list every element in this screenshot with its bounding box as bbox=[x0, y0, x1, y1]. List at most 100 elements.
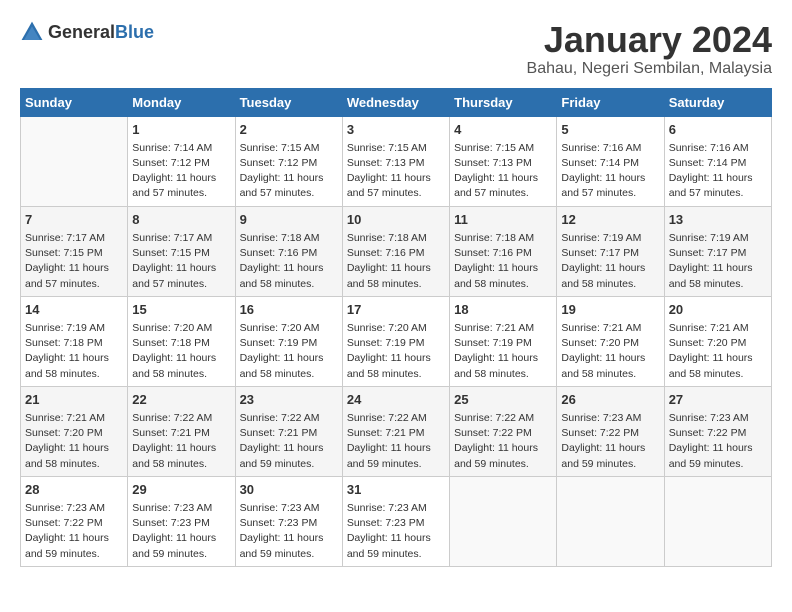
day-number: 16 bbox=[240, 301, 338, 319]
calendar-cell: 5Sunrise: 7:16 AM Sunset: 7:14 PM Daylig… bbox=[557, 116, 664, 206]
calendar-cell: 30 Sunrise: 7:23 AM Sunset: 7:23 PM Dayli… bbox=[235, 476, 342, 566]
calendar-cell: 27 Sunrise: 7:23 AM Sunset: 7:22 PM Dayli… bbox=[664, 386, 771, 476]
day-info: Sunrise: 7:20 AM Sunset: 7:18 PM Dayligh… bbox=[132, 321, 230, 382]
day-info: Sunrise: 7:23 AM Sunset: 7:22 PM Dayligh… bbox=[561, 411, 659, 472]
title-area: January 2024 Bahau, Negeri Sembilan, Mal… bbox=[527, 20, 772, 78]
day-number: 20 bbox=[669, 301, 767, 319]
calendar-cell: 23Sunrise: 7:22 AM Sunset: 7:21 PM Dayli… bbox=[235, 386, 342, 476]
calendar-table: SundayMondayTuesdayWednesdayThursdayFrid… bbox=[20, 88, 772, 567]
calendar-cell bbox=[450, 476, 557, 566]
day-number: 26 bbox=[561, 391, 659, 409]
weekday-header-sunday: Sunday bbox=[21, 88, 128, 116]
calendar-cell: 28 Sunrise: 7:23 AM Sunset: 7:22 PM Dayli… bbox=[21, 476, 128, 566]
calendar-cell bbox=[664, 476, 771, 566]
day-info: Sunrise: 7:19 AM Sunset: 7:17 PM Dayligh… bbox=[561, 231, 659, 292]
weekday-header-tuesday: Tuesday bbox=[235, 88, 342, 116]
day-info: Sunrise: 7:18 AM Sunset: 7:16 PM Dayligh… bbox=[454, 231, 552, 292]
calendar-cell: 11 Sunrise: 7:18 AM Sunset: 7:16 PM Dayli… bbox=[450, 206, 557, 296]
calendar-cell: 3 Sunrise: 7:15 AM Sunset: 7:13 PM Daylig… bbox=[342, 116, 449, 206]
week-row-5: 28 Sunrise: 7:23 AM Sunset: 7:22 PM Dayli… bbox=[21, 476, 772, 566]
day-number: 27 bbox=[669, 391, 767, 409]
main-title: January 2024 bbox=[527, 20, 772, 60]
day-number: 23 bbox=[240, 391, 338, 409]
day-number: 8 bbox=[132, 211, 230, 229]
day-info: Sunrise: 7:19 AM Sunset: 7:18 PM Dayligh… bbox=[25, 321, 123, 382]
calendar-cell: 17 Sunrise: 7:20 AM Sunset: 7:19 PM Dayli… bbox=[342, 296, 449, 386]
day-number: 12 bbox=[561, 211, 659, 229]
calendar-cell: 10 Sunrise: 7:18 AM Sunset: 7:16 PM Dayli… bbox=[342, 206, 449, 296]
day-info: Sunrise: 7:19 AM Sunset: 7:17 PM Dayligh… bbox=[669, 231, 767, 292]
calendar-cell: 31Sunrise: 7:23 AM Sunset: 7:23 PM Dayli… bbox=[342, 476, 449, 566]
day-info: Sunrise: 7:23 AM Sunset: 7:23 PM Dayligh… bbox=[132, 501, 230, 562]
day-number: 28 bbox=[25, 481, 123, 499]
day-number: 3 bbox=[347, 121, 445, 139]
day-number: 10 bbox=[347, 211, 445, 229]
logo-icon bbox=[20, 20, 44, 44]
day-info: Sunrise: 7:22 AM Sunset: 7:21 PM Dayligh… bbox=[132, 411, 230, 472]
calendar-cell bbox=[557, 476, 664, 566]
weekday-header-wednesday: Wednesday bbox=[342, 88, 449, 116]
calendar-cell: 24 Sunrise: 7:22 AM Sunset: 7:21 PM Dayli… bbox=[342, 386, 449, 476]
day-number: 17 bbox=[347, 301, 445, 319]
day-number: 24 bbox=[347, 391, 445, 409]
day-number: 30 bbox=[240, 481, 338, 499]
logo: GeneralBlue bbox=[20, 20, 154, 44]
day-number: 6 bbox=[669, 121, 767, 139]
day-info: Sunrise: 7:17 AM Sunset: 7:15 PM Dayligh… bbox=[25, 231, 123, 292]
day-number: 11 bbox=[454, 211, 552, 229]
header: GeneralBlue January 2024 Bahau, Negeri S… bbox=[20, 20, 772, 78]
day-info: Sunrise: 7:15 AM Sunset: 7:12 PM Dayligh… bbox=[240, 141, 338, 202]
day-number: 22 bbox=[132, 391, 230, 409]
day-number: 1 bbox=[132, 121, 230, 139]
day-info: Sunrise: 7:23 AM Sunset: 7:22 PM Dayligh… bbox=[669, 411, 767, 472]
day-number: 19 bbox=[561, 301, 659, 319]
calendar-cell: 21Sunrise: 7:21 AM Sunset: 7:20 PM Dayli… bbox=[21, 386, 128, 476]
day-info: Sunrise: 7:21 AM Sunset: 7:20 PM Dayligh… bbox=[561, 321, 659, 382]
day-info: Sunrise: 7:14 AM Sunset: 7:12 PM Dayligh… bbox=[132, 141, 230, 202]
day-info: Sunrise: 7:18 AM Sunset: 7:16 PM Dayligh… bbox=[347, 231, 445, 292]
day-number: 4 bbox=[454, 121, 552, 139]
day-number: 9 bbox=[240, 211, 338, 229]
calendar-cell: 22 Sunrise: 7:22 AM Sunset: 7:21 PM Dayli… bbox=[128, 386, 235, 476]
calendar-cell: 16 Sunrise: 7:20 AM Sunset: 7:19 PM Dayli… bbox=[235, 296, 342, 386]
calendar-cell: 1 Sunrise: 7:14 AM Sunset: 7:12 PM Daylig… bbox=[128, 116, 235, 206]
weekday-header-monday: Monday bbox=[128, 88, 235, 116]
week-row-4: 21Sunrise: 7:21 AM Sunset: 7:20 PM Dayli… bbox=[21, 386, 772, 476]
day-number: 21 bbox=[25, 391, 123, 409]
day-number: 25 bbox=[454, 391, 552, 409]
day-info: Sunrise: 7:17 AM Sunset: 7:15 PM Dayligh… bbox=[132, 231, 230, 292]
calendar-cell: 19 Sunrise: 7:21 AM Sunset: 7:20 PM Dayli… bbox=[557, 296, 664, 386]
calendar-cell: 25 Sunrise: 7:22 AM Sunset: 7:22 PM Dayli… bbox=[450, 386, 557, 476]
day-info: Sunrise: 7:20 AM Sunset: 7:19 PM Dayligh… bbox=[347, 321, 445, 382]
subtitle: Bahau, Negeri Sembilan, Malaysia bbox=[527, 60, 772, 78]
logo-text-general: General bbox=[48, 22, 115, 42]
logo-text-blue: Blue bbox=[115, 22, 154, 42]
calendar-cell: 13Sunrise: 7:19 AM Sunset: 7:17 PM Dayli… bbox=[664, 206, 771, 296]
calendar-cell: 20Sunrise: 7:21 AM Sunset: 7:20 PM Dayli… bbox=[664, 296, 771, 386]
day-info: Sunrise: 7:15 AM Sunset: 7:13 PM Dayligh… bbox=[454, 141, 552, 202]
calendar-cell: 26 Sunrise: 7:23 AM Sunset: 7:22 PM Dayli… bbox=[557, 386, 664, 476]
day-info: Sunrise: 7:23 AM Sunset: 7:22 PM Dayligh… bbox=[25, 501, 123, 562]
day-number: 5 bbox=[561, 121, 659, 139]
weekday-header-thursday: Thursday bbox=[450, 88, 557, 116]
day-number: 29 bbox=[132, 481, 230, 499]
day-info: Sunrise: 7:22 AM Sunset: 7:21 PM Dayligh… bbox=[347, 411, 445, 472]
calendar-cell: 7Sunrise: 7:17 AM Sunset: 7:15 PM Daylig… bbox=[21, 206, 128, 296]
day-info: Sunrise: 7:20 AM Sunset: 7:19 PM Dayligh… bbox=[240, 321, 338, 382]
day-info: Sunrise: 7:22 AM Sunset: 7:22 PM Dayligh… bbox=[454, 411, 552, 472]
calendar-cell: 15 Sunrise: 7:20 AM Sunset: 7:18 PM Dayli… bbox=[128, 296, 235, 386]
calendar-cell: 4 Sunrise: 7:15 AM Sunset: 7:13 PM Daylig… bbox=[450, 116, 557, 206]
day-number: 2 bbox=[240, 121, 338, 139]
calendar-cell bbox=[21, 116, 128, 206]
day-number: 15 bbox=[132, 301, 230, 319]
day-info: Sunrise: 7:16 AM Sunset: 7:14 PM Dayligh… bbox=[669, 141, 767, 202]
calendar-cell: 6 Sunrise: 7:16 AM Sunset: 7:14 PM Daylig… bbox=[664, 116, 771, 206]
day-info: Sunrise: 7:15 AM Sunset: 7:13 PM Dayligh… bbox=[347, 141, 445, 202]
day-number: 18 bbox=[454, 301, 552, 319]
day-info: Sunrise: 7:23 AM Sunset: 7:23 PM Dayligh… bbox=[240, 501, 338, 562]
weekday-header-row: SundayMondayTuesdayWednesdayThursdayFrid… bbox=[21, 88, 772, 116]
weekday-header-friday: Friday bbox=[557, 88, 664, 116]
day-number: 14 bbox=[25, 301, 123, 319]
day-info: Sunrise: 7:23 AM Sunset: 7:23 PM Dayligh… bbox=[347, 501, 445, 562]
calendar-cell: 14 Sunrise: 7:19 AM Sunset: 7:18 PM Dayli… bbox=[21, 296, 128, 386]
